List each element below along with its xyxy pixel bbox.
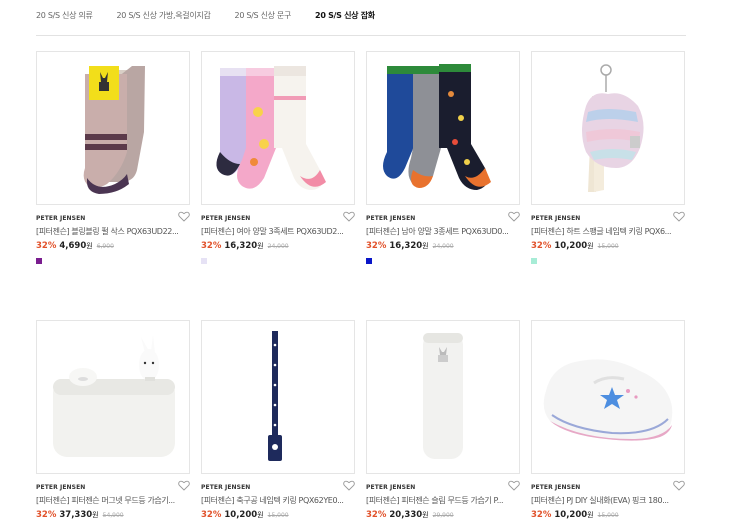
color-swatch[interactable] [201,258,207,264]
original-price: 29,900 [432,512,454,519]
color-swatch[interactable] [531,258,537,264]
product-card[interactable]: PETER JENSEN [피터젠슨] 남아 양말 3종세트 PQX63UD0.… [366,51,520,264]
original-price: 15,000 [597,243,619,250]
discount-rate: 32% [366,241,387,251]
currency-unit: 원 [422,242,429,250]
product-card[interactable]: PETER JENSEN [피터젠슨] 축구공 네임텍 키링 PQX62YE0.… [201,320,355,520]
heart-icon[interactable] [673,480,685,491]
discount-rate: 32% [201,510,222,520]
tab-bags-wallets[interactable]: 20 S/S 신상 가방,옥걸이지갑 [117,10,211,21]
original-price: 54,900 [102,512,124,519]
product-card[interactable]: PETER JENSEN [피터젠슨] 피터젠슨 머그넷 무드등 가습기... … [36,320,190,520]
sock-icon [83,66,145,194]
sale-price: 10,200 [554,241,588,251]
sale-price: 37,330 [59,510,93,520]
product-image[interactable] [201,320,355,474]
shoe-icon [543,359,673,441]
currency-unit: 원 [257,511,264,519]
discount-rate: 32% [531,241,552,251]
product-brand: PETER JENSEN [201,484,251,491]
product-image[interactable] [36,51,190,205]
heart-icon[interactable] [508,480,520,491]
currency-unit: 원 [92,511,99,519]
heart-icon[interactable] [343,211,355,222]
currency-unit: 원 [257,242,264,250]
currency-unit: 원 [587,242,594,250]
heart-icon[interactable] [343,480,355,491]
product-card[interactable]: PETER JENSEN [피터젠슨] 여아 양말 3족세트 PQX63UD2.… [201,51,355,264]
product-brand: PETER JENSEN [531,215,581,222]
heart-icon[interactable] [508,211,520,222]
product-brand: PETER JENSEN [201,215,251,222]
product-image[interactable] [366,51,520,205]
tab-divider [36,35,686,36]
product-brand: PETER JENSEN [36,484,86,491]
product-name[interactable]: [피터젠슨] PJ DIY 실내화(EVA) 핑크 180... [531,495,685,506]
original-price: 15,000 [267,512,289,519]
product-name[interactable]: [피터젠슨] 여아 양말 3족세트 PQX63UD2... [201,226,355,237]
product-card[interactable]: PETER JENSEN [피터젠슨] 블링블링 펄 삭스 PQX63UD22.… [36,51,190,264]
original-price: 6,900 [96,243,114,250]
product-name[interactable]: [피터젠슨] 피터젠슨 슬림 무드등 가습기 P... [366,495,520,506]
keyring-icon [582,64,644,192]
product-card[interactable]: PETER JENSEN [피터젠슨] 하트 스팽글 네임텍 키링 PQX6..… [531,51,685,264]
discount-rate: 32% [36,510,57,520]
product-card[interactable]: PETER JENSEN [피터젠슨] 피터젠슨 슬림 무드등 가습기 P...… [366,320,520,520]
sale-price: 16,320 [389,241,423,251]
product-name[interactable]: [피터젠슨] 블링블링 펄 삭스 PQX63UD22... [36,226,190,237]
product-card[interactable]: PETER JENSEN [피터젠슨] PJ DIY 실내화(EVA) 핑크 1… [531,320,685,520]
product-image[interactable] [531,320,685,474]
tab-clothing[interactable]: 20 S/S 신상 의류 [36,10,93,21]
category-tabs: 20 S/S 신상 의류 20 S/S 신상 가방,옥걸이지갑 20 S/S 신… [36,10,399,21]
price-row: 32% 20,330원 29,900 [366,510,454,520]
humidifier-icon [53,335,175,457]
product-image[interactable] [36,320,190,474]
original-price: 24,000 [432,243,454,250]
heart-icon[interactable] [178,211,190,222]
price-row: 32% 10,200원 15,000 [201,510,289,520]
currency-unit: 원 [587,511,594,519]
discount-rate: 32% [201,241,222,251]
product-brand: PETER JENSEN [366,484,416,491]
sale-price: 10,200 [224,510,258,520]
price-row: 32% 16,320원 24,000 [366,241,454,251]
discount-rate: 32% [36,241,57,251]
currency-unit: 원 [86,242,93,250]
product-image[interactable] [531,51,685,205]
product-image[interactable] [366,320,520,474]
discount-rate: 32% [531,510,552,520]
heart-icon[interactable] [178,480,190,491]
sale-price: 20,330 [389,510,423,520]
product-brand: PETER JENSEN [36,215,86,222]
color-swatch[interactable] [36,258,42,264]
product-brand: PETER JENSEN [366,215,416,222]
product-name[interactable]: [피터젠슨] 남아 양말 3종세트 PQX63UD0... [366,226,520,237]
discount-rate: 32% [366,510,387,520]
sale-price: 4,690 [59,241,87,251]
price-row: 32% 10,200원 15,000 [531,241,619,251]
sock-icon [216,66,326,190]
tab-goods[interactable]: 20 S/S 신상 잡화 [315,10,375,21]
price-row: 32% 4,690원 6,900 [36,241,114,251]
price-row: 32% 16,320원 24,000 [201,241,289,251]
original-price: 24,000 [267,243,289,250]
color-swatch[interactable] [366,258,372,264]
product-brand: PETER JENSEN [531,484,581,491]
price-row: 32% 37,330원 54,900 [36,510,124,520]
sale-price: 10,200 [554,510,588,520]
original-price: 15,000 [597,512,619,519]
sock-icon [383,64,491,190]
sale-price: 16,320 [224,241,258,251]
product-name[interactable]: [피터젠슨] 하트 스팽글 네임텍 키링 PQX6... [531,226,685,237]
price-row: 32% 10,200원 15,000 [531,510,619,520]
product-name[interactable]: [피터젠슨] 축구공 네임텍 키링 PQX62YE0... [201,495,355,506]
heart-icon[interactable] [673,211,685,222]
lanyard-icon [268,331,282,461]
currency-unit: 원 [422,511,429,519]
product-name[interactable]: [피터젠슨] 피터젠슨 머그넷 무드등 가습기... [36,495,190,506]
slim-humidifier-icon [423,333,463,459]
product-image[interactable] [201,51,355,205]
tab-stationery[interactable]: 20 S/S 신상 문구 [235,10,292,21]
